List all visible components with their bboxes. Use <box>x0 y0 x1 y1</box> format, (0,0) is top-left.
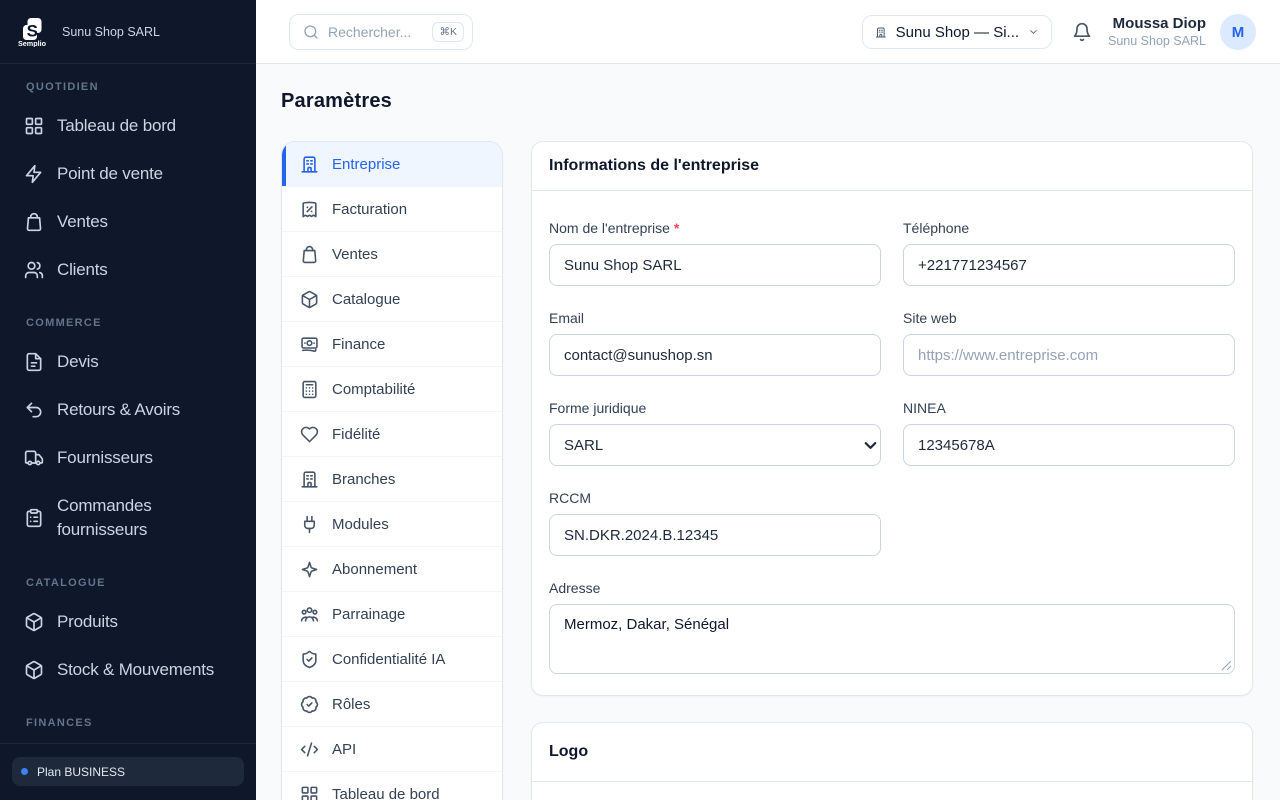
svg-text:S: S <box>27 22 38 41</box>
svg-text:Semplio: Semplio <box>18 39 47 47</box>
